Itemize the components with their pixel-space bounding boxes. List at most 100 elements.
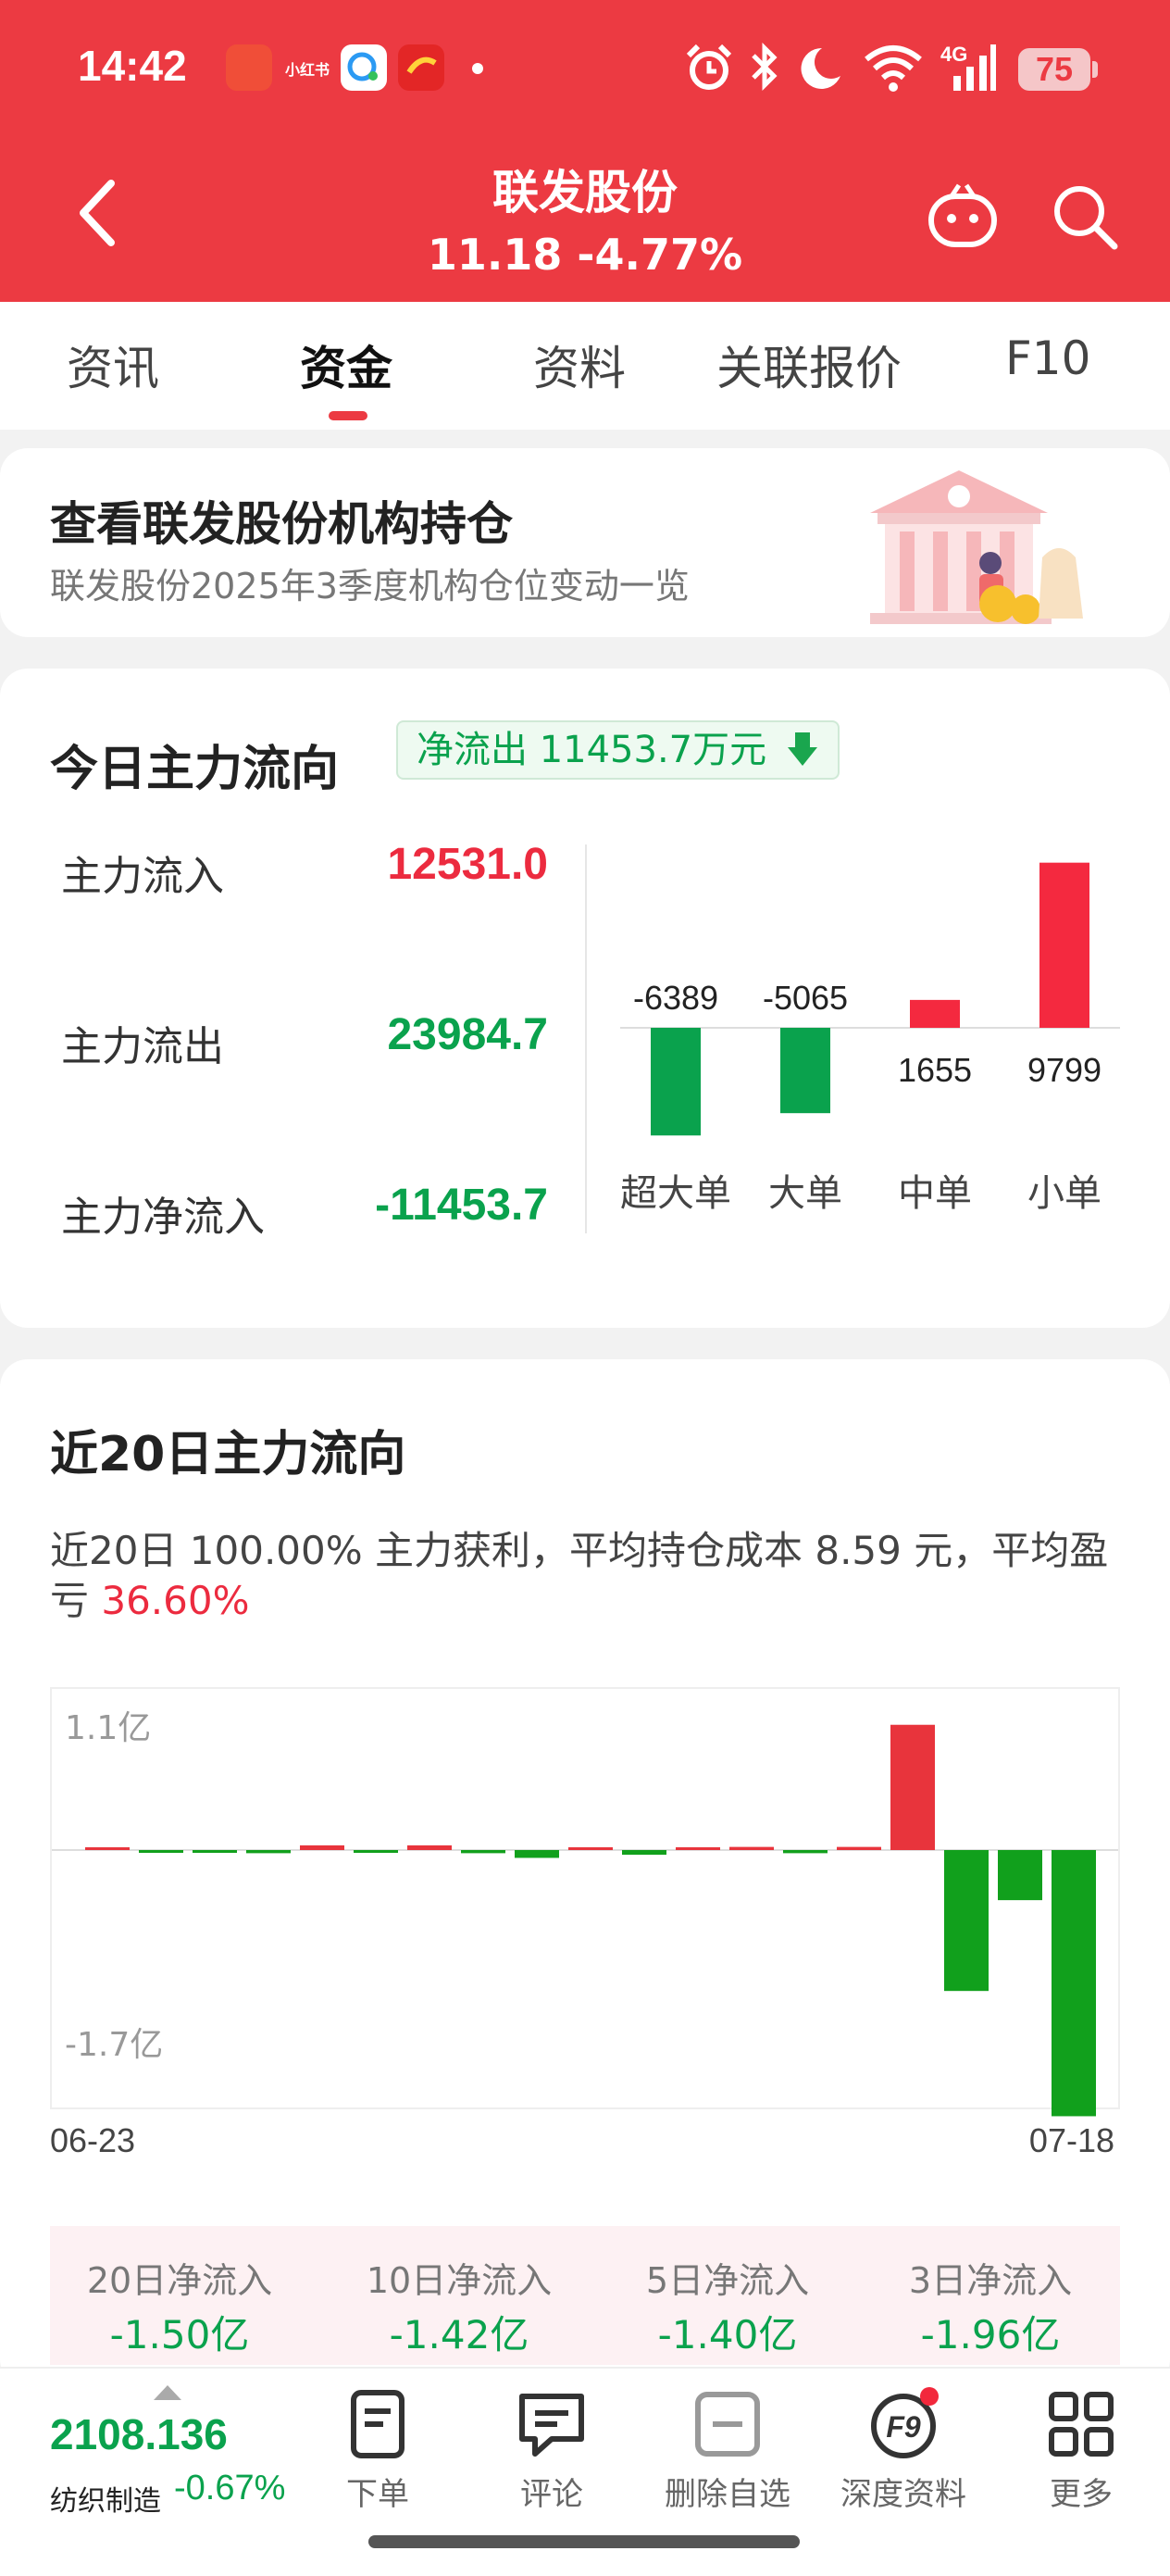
recent-x-start-label: 06-23 bbox=[50, 2121, 135, 2154]
active-tab-indicator bbox=[329, 411, 367, 420]
sector-index-value[interactable]: 2108.136 bbox=[50, 2409, 228, 2459]
more-notifications-dot bbox=[472, 63, 483, 74]
app-notification-icon-2 bbox=[398, 44, 444, 91]
today-bar-label-3: 9799 bbox=[1027, 1051, 1102, 1089]
today-bar-1 bbox=[780, 1028, 830, 1114]
today-main-flow-card: 今日主力流向 净流出 11453.7万元 主力流入 12531.0 主力流出 2… bbox=[0, 669, 1170, 1328]
recent-bar-18 bbox=[1052, 1850, 1096, 2117]
today-bar-label-2: 1655 bbox=[898, 1051, 972, 1089]
today-bar-label-1: -5065 bbox=[763, 979, 848, 1017]
grid-more-icon bbox=[1049, 2392, 1114, 2457]
summary-5d-value: -1.40亿 bbox=[657, 2312, 798, 2357]
comment-icon bbox=[519, 2394, 584, 2457]
recent-bar-7 bbox=[461, 1850, 505, 1854]
expand-up-icon[interactable] bbox=[152, 2383, 183, 2402]
today-category-label-0: 超大单 bbox=[620, 1172, 731, 1215]
institution-holdings-banner[interactable]: 查看联发股份机构持仓 联发股份2025年3季度机构仓位变动一览 bbox=[0, 448, 1170, 637]
profit-description: 近20日 100.00% 主力获利，平均持仓成本 8.59 元，平均盈亏 36.… bbox=[50, 1526, 1124, 1626]
header: 14:42 小红书 4G 75 联发股份 11.18 -4.77% bbox=[0, 0, 1170, 302]
recent-bar-11 bbox=[676, 1847, 720, 1850]
remove-watchlist-icon bbox=[695, 2392, 760, 2457]
today-category-label-2: 中单 bbox=[898, 1172, 972, 1215]
moon-icon bbox=[801, 47, 840, 89]
comment-button[interactable]: 评论 bbox=[478, 2387, 626, 2514]
main-outflow-value: 23984.7 bbox=[387, 1010, 548, 1059]
order-icon bbox=[351, 2390, 405, 2458]
remove-watchlist-button[interactable]: 删除自选 bbox=[653, 2387, 802, 2514]
recent-bar-8 bbox=[515, 1850, 559, 1858]
more-label: 更多 bbox=[1050, 2476, 1113, 2513]
recent-bar-6 bbox=[407, 1844, 452, 1850]
today-order-size-chart: -6389 超大单 -5065 大单 1655 中单 9799 小单 bbox=[620, 862, 1120, 1215]
recent-20day-bar-chart: 1.1亿 -1.7亿 06-23 07-18 bbox=[50, 1687, 1120, 2154]
today-bar-3 bbox=[1039, 862, 1089, 1028]
today-bar-0 bbox=[651, 1028, 701, 1136]
recent-bar-0 bbox=[85, 1847, 130, 1850]
chat-app-icon bbox=[341, 44, 387, 91]
today-category-label-3: 小单 bbox=[1027, 1172, 1102, 1215]
signal-icon bbox=[953, 44, 996, 91]
tab-related-quotes[interactable]: 关联报价 bbox=[716, 331, 902, 398]
summary-3d-label: 3日净流入 bbox=[908, 2260, 1073, 2301]
average-profit-loss: 36.60% bbox=[101, 1578, 250, 1623]
tab-profile[interactable]: 资料 bbox=[533, 331, 626, 398]
search-icon[interactable] bbox=[1050, 181, 1120, 252]
net-outflow-badge: 净流出 11453.7万元 bbox=[396, 720, 840, 780]
home-indicator[interactable] bbox=[368, 2535, 800, 2548]
comment-label: 评论 bbox=[520, 2476, 583, 2513]
promo-subtitle: 联发股份2025年3季度机构仓位变动一览 bbox=[50, 566, 690, 606]
recent-bar-2 bbox=[193, 1850, 237, 1853]
recent-bar-5 bbox=[354, 1850, 398, 1853]
summary-3d-value: -1.96亿 bbox=[920, 2312, 1061, 2357]
remove-watchlist-label: 删除自选 bbox=[665, 2476, 790, 2513]
summary-20d-label: 20日净流入 bbox=[86, 2260, 273, 2301]
wifi-icon bbox=[865, 45, 922, 92]
summary-20d-value: -1.50亿 bbox=[109, 2312, 250, 2357]
xiaohongshu-badge: 小红书 bbox=[285, 61, 330, 79]
today-bar-label-0: -6389 bbox=[633, 979, 718, 1017]
f9-icon: F9 bbox=[871, 2387, 939, 2458]
sector-name[interactable]: 纺织制造 bbox=[50, 2478, 161, 2519]
sector-change[interactable]: -0.67% bbox=[174, 2469, 285, 2508]
recent-bar-10 bbox=[622, 1850, 666, 1856]
robot-icon[interactable] bbox=[926, 181, 1000, 250]
recent-20day-flow-card: 近20日主力流向 近20日 100.00% 主力获利，平均持仓成本 8.59 元… bbox=[0, 1359, 1170, 2387]
tab-f10[interactable]: F10 bbox=[1005, 331, 1090, 385]
battery-indicator: 75 bbox=[1018, 48, 1098, 91]
recent-x-end-label: 07-18 bbox=[1029, 2121, 1114, 2154]
tab-news[interactable]: 资讯 bbox=[67, 331, 159, 398]
recent-bar-15 bbox=[890, 1724, 935, 1850]
summary-10d-value: -1.42亿 bbox=[389, 2312, 529, 2357]
recent-flow-title: 近20日主力流向 bbox=[50, 1427, 406, 1482]
deep-data-button[interactable]: F9 深度资料 bbox=[829, 2387, 977, 2514]
app-notification-icon bbox=[226, 44, 272, 91]
recent-y-max-label: 1.1亿 bbox=[65, 1709, 151, 1747]
flow-divider bbox=[585, 844, 587, 1233]
promo-title: 查看联发股份机构持仓 bbox=[50, 497, 513, 551]
main-net-inflow-value: -11453.7 bbox=[375, 1181, 548, 1230]
recent-bar-12 bbox=[729, 1846, 774, 1850]
f9-icon-text: F9 bbox=[886, 2410, 921, 2444]
bank-illustration-icon bbox=[870, 470, 1083, 624]
today-category-label-1: 大单 bbox=[768, 1172, 842, 1215]
recent-bar-13 bbox=[783, 1850, 828, 1854]
summary-5d-label: 5日净流入 bbox=[645, 2260, 810, 2301]
order-button[interactable]: 下单 bbox=[304, 2387, 452, 2514]
today-bar-2 bbox=[910, 999, 960, 1028]
more-button[interactable]: 更多 bbox=[1007, 2387, 1155, 2514]
net-inflow-summary: 20日净流入 -1.50亿 10日净流入 -1.42亿 5日净流入 -1.40亿… bbox=[50, 2226, 1120, 2365]
today-flow-title: 今日主力流向 bbox=[50, 742, 340, 797]
recent-bar-3 bbox=[246, 1850, 291, 1854]
order-label: 下单 bbox=[346, 2476, 409, 2513]
net-outflow-text: 净流出 11453.7万元 bbox=[417, 729, 767, 771]
recent-bar-14 bbox=[837, 1846, 881, 1850]
recent-bar-4 bbox=[300, 1844, 344, 1850]
arrow-down-icon bbox=[787, 732, 817, 766]
main-outflow-label: 主力流出 bbox=[61, 1023, 224, 1070]
recent-bar-17 bbox=[998, 1850, 1042, 1901]
tab-funds[interactable]: 资金 bbox=[300, 331, 392, 398]
status-bar: 14:42 小红书 4G 75 bbox=[0, 0, 1170, 139]
alarm-icon bbox=[686, 44, 732, 90]
recent-bar-1 bbox=[139, 1850, 183, 1853]
deep-data-label: 深度资料 bbox=[840, 2476, 966, 2513]
